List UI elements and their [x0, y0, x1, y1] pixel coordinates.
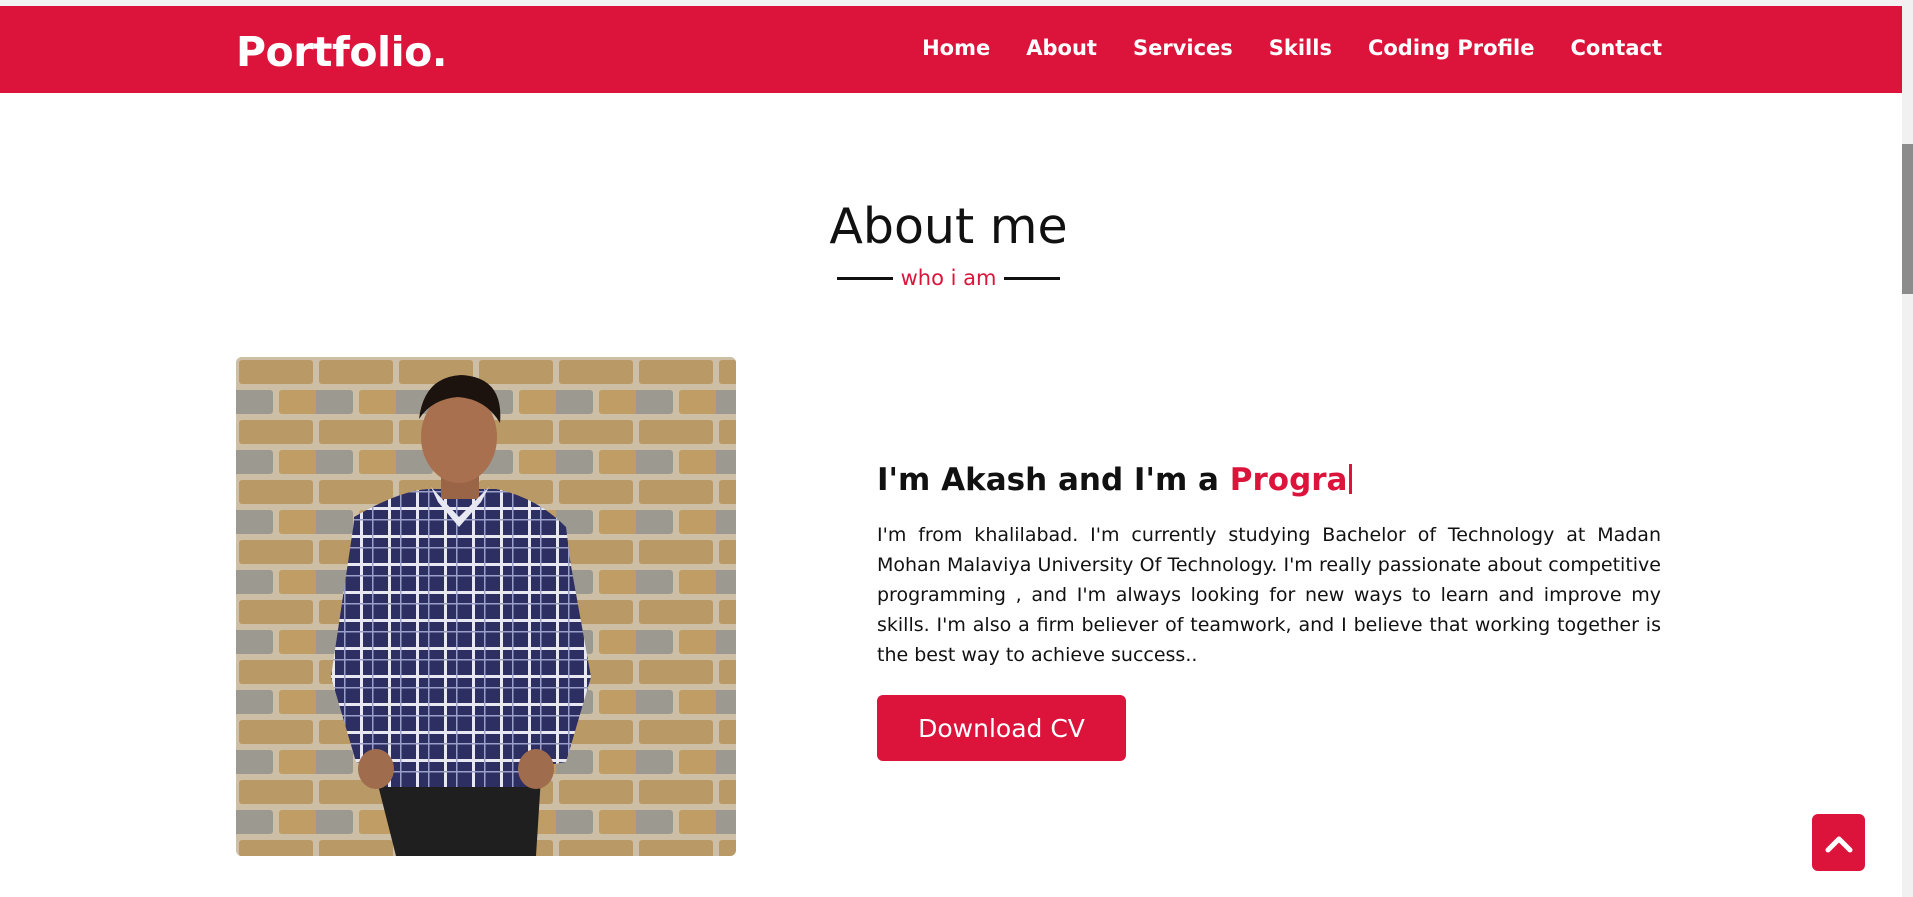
profile-photo	[236, 357, 736, 856]
nav-services[interactable]: Services	[1133, 36, 1233, 60]
nav-home[interactable]: Home	[922, 36, 990, 60]
download-cv-button[interactable]: Download CV	[877, 695, 1126, 761]
nav-contact[interactable]: Contact	[1571, 36, 1663, 60]
heading-typed-text: Progra	[1229, 462, 1348, 498]
nav-menu: Home About Services Skills Coding Profil…	[922, 36, 1662, 60]
about-heading: I'm Akash and I'm a Progra	[877, 462, 1353, 498]
section-title: About me	[829, 198, 1068, 255]
logo[interactable]: Portfolio.	[236, 28, 447, 76]
subtitle-line-right	[1004, 276, 1061, 280]
typing-cursor	[1349, 464, 1353, 494]
page: Portfolio. Home About Services Skills Co…	[0, 0, 1913, 897]
chevron-up-icon	[1825, 836, 1852, 852]
subtitle-line-left	[836, 276, 893, 280]
subtitle-text: who i am	[900, 266, 997, 290]
scrollbar-thumb[interactable]	[1902, 144, 1913, 294]
nav-about[interactable]: About	[1026, 36, 1097, 60]
nav-skills[interactable]: Skills	[1269, 36, 1332, 60]
back-to-top-button[interactable]	[1812, 814, 1865, 871]
about-paragraph: I'm from khalilabad. I'm currently study…	[877, 524, 1661, 666]
scrollbar-track[interactable]	[1902, 0, 1913, 897]
heading-prefix: I'm Akash and I'm a	[877, 462, 1230, 498]
section-subtitle: who i am	[836, 263, 1061, 293]
navbar: Portfolio. Home About Services Skills Co…	[0, 6, 1902, 93]
nav-coding-profile[interactable]: Coding Profile	[1368, 36, 1535, 60]
